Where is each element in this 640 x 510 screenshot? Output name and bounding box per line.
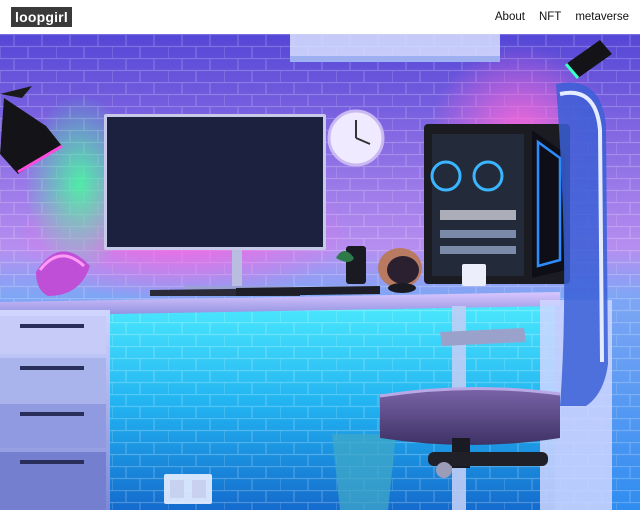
gaming-setup-illustration <box>0 34 640 510</box>
site-header: loopgirl About NFT metaverse <box>0 0 640 34</box>
main-nav: About NFT metaverse <box>495 9 629 25</box>
nav-link-about[interactable]: About <box>495 9 525 25</box>
site-logo[interactable]: loopgirl <box>11 7 72 27</box>
hero-image <box>0 34 640 510</box>
nav-link-nft[interactable]: NFT <box>539 9 561 25</box>
nav-link-metaverse[interactable]: metaverse <box>575 9 629 25</box>
